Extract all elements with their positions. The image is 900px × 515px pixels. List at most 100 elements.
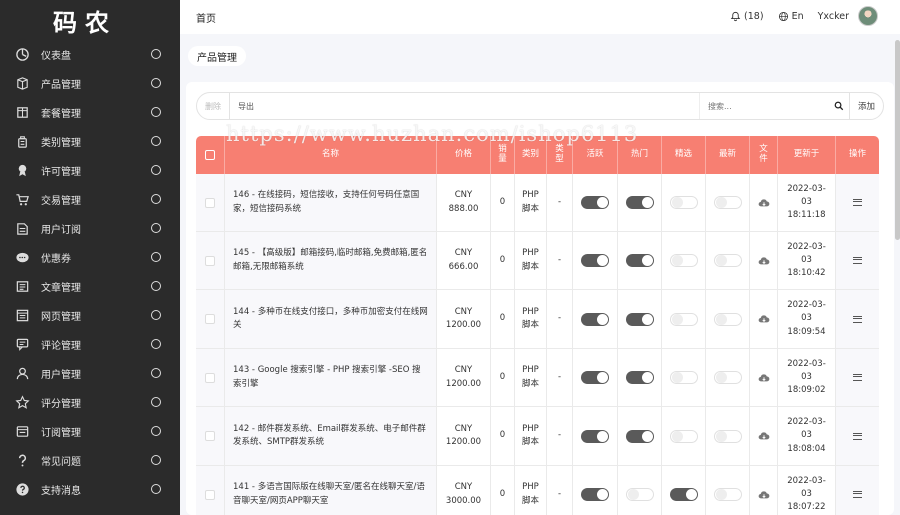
active-toggle[interactable] bbox=[581, 371, 609, 384]
featured-toggle[interactable] bbox=[669, 371, 698, 384]
cloud-download-icon[interactable] bbox=[758, 198, 770, 208]
featured-toggle[interactable] bbox=[669, 254, 698, 267]
active-toggle[interactable] bbox=[581, 312, 609, 326]
add-button[interactable]: 添加 bbox=[849, 93, 883, 119]
radio-indicator[interactable] bbox=[151, 107, 161, 117]
active-toggle[interactable] bbox=[581, 254, 609, 267]
sidebar-item-13[interactable]: 订阅管理 bbox=[0, 417, 180, 446]
radio-indicator[interactable] bbox=[151, 194, 161, 204]
radio-indicator[interactable] bbox=[151, 136, 161, 146]
row-menu-icon[interactable] bbox=[853, 491, 862, 498]
new-toggle[interactable] bbox=[713, 429, 742, 443]
radio-indicator[interactable] bbox=[151, 49, 161, 59]
product-name[interactable]: 141 - 多语言国际版在线聊天室/匿名在线聊天室/语音聊天室/网页APP聊天室 bbox=[233, 481, 428, 507]
row-checkbox[interactable] bbox=[205, 314, 215, 324]
col-type[interactable]: 类型 bbox=[547, 136, 573, 174]
featured-toggle[interactable] bbox=[669, 429, 698, 443]
sidebar-item-8[interactable]: 文章管理 bbox=[0, 272, 180, 301]
radio-indicator[interactable] bbox=[151, 78, 161, 88]
featured-toggle[interactable] bbox=[669, 196, 698, 209]
hot-toggle[interactable] bbox=[625, 312, 654, 326]
sidebar-item-7[interactable]: 优惠券 bbox=[0, 243, 180, 272]
table-row[interactable]: 144 - 多种币在线支付接口，多种币加密支付在线网关 CNY 1200.00 0 PH… bbox=[196, 290, 879, 349]
radio-indicator[interactable] bbox=[151, 223, 161, 233]
page-scrollbar[interactable] bbox=[895, 40, 900, 240]
col-file[interactable]: 文件 bbox=[750, 136, 778, 174]
sidebar-item-3[interactable]: 类别管理 bbox=[0, 127, 180, 156]
col-featured[interactable]: 精选 bbox=[662, 136, 706, 174]
row-checkbox[interactable] bbox=[205, 489, 215, 500]
col-price[interactable]: 价格 bbox=[437, 136, 491, 174]
row-menu-icon[interactable] bbox=[853, 257, 862, 264]
product-name[interactable]: 143 - Google 搜索引擎 - PHP 搜索引擎 -SEO 搜索引擎 bbox=[233, 364, 428, 390]
col-hot[interactable]: 热门 bbox=[618, 136, 662, 174]
sidebar-item-10[interactable]: 评论管理 bbox=[0, 330, 180, 359]
select-all-checkbox[interactable] bbox=[205, 150, 215, 160]
app-logo[interactable]: 码农 bbox=[0, 0, 180, 40]
sidebar-item-5[interactable]: 交易管理 bbox=[0, 185, 180, 214]
active-toggle[interactable] bbox=[581, 488, 609, 501]
delete-button[interactable]: 删除 bbox=[197, 93, 229, 119]
radio-indicator[interactable] bbox=[151, 281, 161, 291]
new-toggle[interactable] bbox=[713, 196, 742, 209]
radio-indicator[interactable] bbox=[151, 368, 161, 378]
table-row[interactable]: 143 - Google 搜索引擎 - PHP 搜索引擎 -SEO 搜索引擎 CN… bbox=[196, 349, 879, 407]
hot-toggle[interactable] bbox=[625, 429, 654, 443]
product-name[interactable]: 146 - 在线接码，短信接收，支持任何号码任意国家，短信接码系统 bbox=[233, 189, 428, 215]
table-row[interactable]: 146 - 在线接码，短信接收，支持任何号码任意国家，短信接码系统 CNY 888.… bbox=[196, 174, 879, 232]
radio-indicator[interactable] bbox=[151, 426, 161, 436]
row-menu-icon[interactable] bbox=[853, 374, 862, 381]
notifications-button[interactable]: (18) bbox=[730, 11, 764, 22]
product-name[interactable]: 142 - 邮件群发系统、Email群发系统、电子邮件群发系统、SMTP群发系统 bbox=[233, 423, 428, 449]
col-new[interactable]: 最新 bbox=[706, 136, 750, 174]
table-row[interactable]: 145 - 【高级版】邮箱接码,临时邮箱,免费邮箱,匿名邮箱,无限邮箱系统 CNY… bbox=[196, 232, 879, 290]
hot-toggle[interactable] bbox=[625, 196, 654, 209]
user-menu[interactable]: Yxcker bbox=[818, 6, 878, 26]
cloud-download-icon[interactable] bbox=[758, 431, 770, 441]
cloud-download-icon[interactable] bbox=[758, 256, 770, 266]
search-input[interactable] bbox=[708, 101, 829, 111]
sidebar-item-1[interactable]: 产品管理 bbox=[0, 69, 180, 98]
sidebar-item-12[interactable]: 评分管理 bbox=[0, 388, 180, 417]
radio-indicator[interactable] bbox=[151, 455, 161, 465]
col-active[interactable]: 活跃 bbox=[573, 136, 618, 174]
row-checkbox[interactable] bbox=[205, 197, 215, 208]
table-row[interactable]: 142 - 邮件群发系统、Email群发系统、电子邮件群发系统、SMTP群发系统… bbox=[196, 407, 879, 466]
cloud-download-icon[interactable] bbox=[758, 373, 770, 383]
tab-product-management[interactable]: 产品管理 bbox=[188, 46, 246, 66]
avatar[interactable] bbox=[858, 6, 878, 26]
sidebar-item-9[interactable]: 网页管理 bbox=[0, 301, 180, 330]
language-switch[interactable]: En bbox=[778, 11, 804, 22]
product-name[interactable]: 145 - 【高级版】邮箱接码,临时邮箱,免费邮箱,匿名邮箱,无限邮箱系统 bbox=[233, 247, 428, 273]
hot-toggle[interactable] bbox=[625, 371, 654, 384]
col-category[interactable]: 类别 bbox=[515, 136, 547, 174]
col-updated[interactable]: 更新于 bbox=[778, 136, 836, 174]
export-button[interactable]: 导出 bbox=[229, 93, 262, 119]
sidebar-item-0[interactable]: 仪表盘 bbox=[0, 40, 180, 69]
row-checkbox[interactable] bbox=[205, 431, 215, 441]
hot-toggle[interactable] bbox=[625, 254, 654, 267]
hot-toggle[interactable] bbox=[625, 488, 654, 501]
table-row[interactable]: 141 - 多语言国际版在线聊天室/匿名在线聊天室/语音聊天室/网页APP聊天室… bbox=[196, 466, 879, 515]
row-menu-icon[interactable] bbox=[853, 315, 862, 323]
breadcrumb-home[interactable]: 首页 bbox=[196, 10, 216, 25]
search-button[interactable] bbox=[829, 101, 849, 111]
new-toggle[interactable] bbox=[713, 488, 742, 501]
sidebar-item-14[interactable]: 常见问题 bbox=[0, 446, 180, 475]
active-toggle[interactable] bbox=[581, 429, 609, 443]
row-menu-icon[interactable] bbox=[853, 199, 862, 206]
sidebar-item-15[interactable]: 支持消息 bbox=[0, 475, 180, 504]
sidebar-item-2[interactable]: 套餐管理 bbox=[0, 98, 180, 127]
col-sales[interactable]: 销量 bbox=[491, 136, 515, 174]
row-menu-icon[interactable] bbox=[853, 432, 862, 440]
product-name[interactable]: 144 - 多种币在线支付接口，多种币加密支付在线网关 bbox=[233, 306, 428, 332]
row-checkbox[interactable] bbox=[205, 255, 215, 266]
radio-indicator[interactable] bbox=[151, 165, 161, 175]
sidebar-item-4[interactable]: 许可管理 bbox=[0, 156, 180, 185]
new-toggle[interactable] bbox=[713, 312, 742, 326]
col-name[interactable]: 名称 bbox=[225, 136, 437, 174]
cloud-download-icon[interactable] bbox=[758, 490, 770, 500]
featured-toggle[interactable] bbox=[669, 488, 698, 501]
sidebar-item-11[interactable]: 用户管理 bbox=[0, 359, 180, 388]
active-toggle[interactable] bbox=[581, 196, 609, 209]
